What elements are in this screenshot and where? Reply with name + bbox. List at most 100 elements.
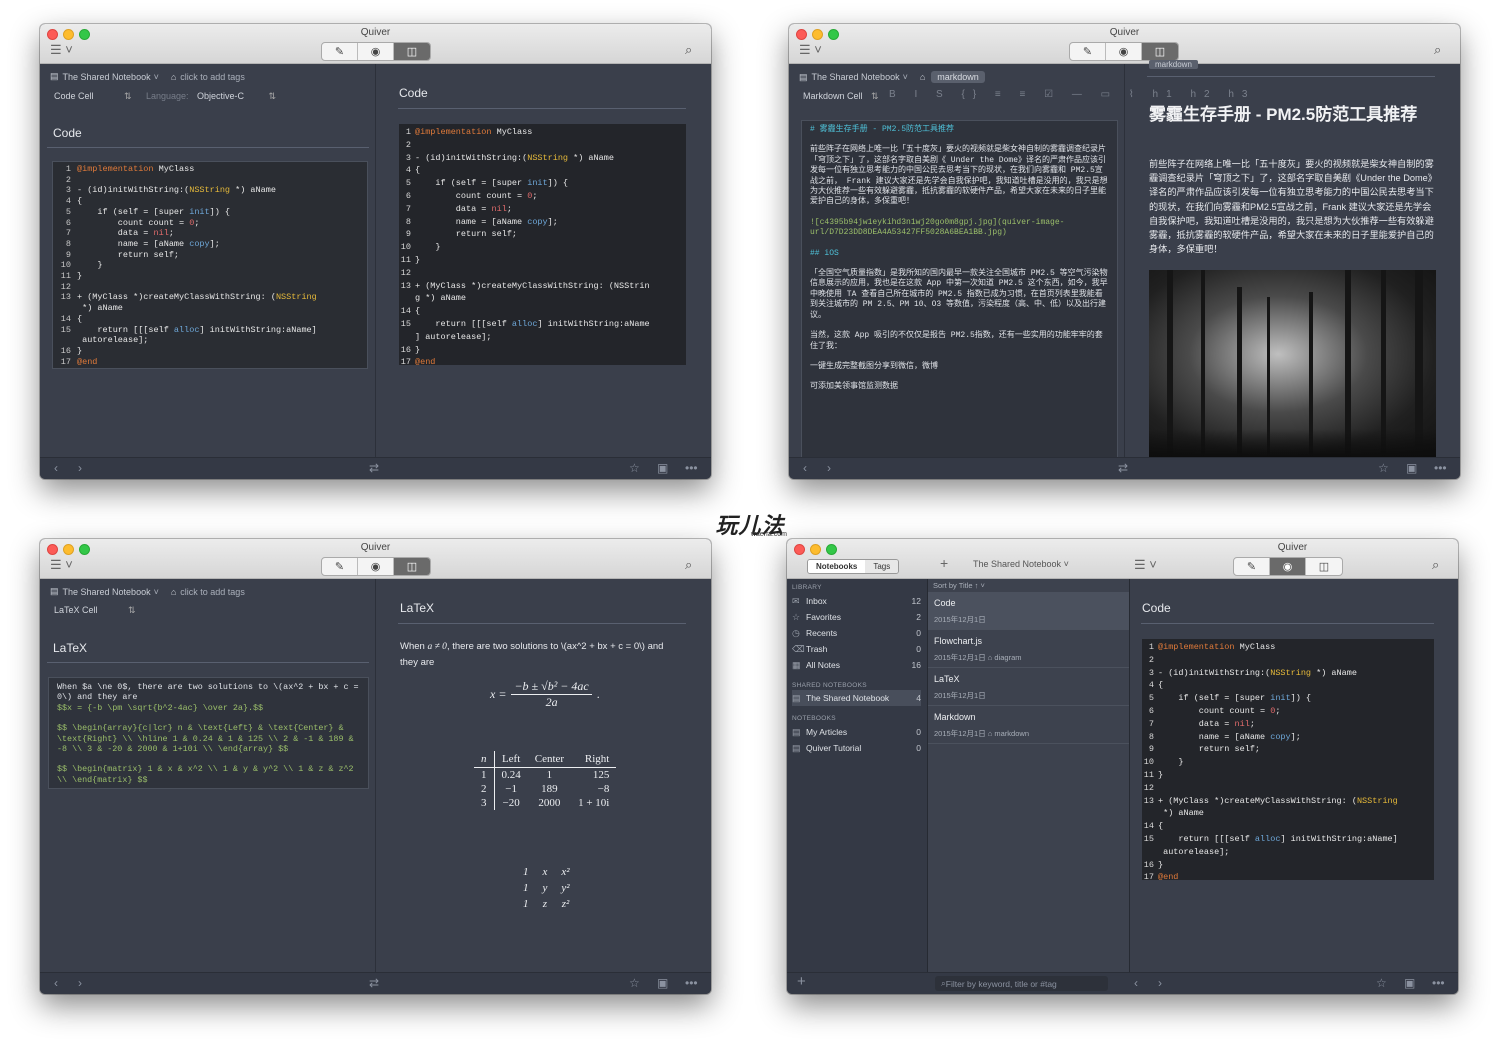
tab-notebooks[interactable]: Notebooks [808,560,866,573]
notebook-selector[interactable]: The Shared Notebook [63,72,151,82]
latex-array-table: n Left Center Right 1 0.24 1 125 2 −1 189 −8 3 −20 200… [474,751,617,810]
filter-input[interactable]: ⌕ Filter by keyword, title or #tag [935,976,1108,991]
code-line: 4{ [1148,680,1164,691]
preview-mode-eye-icon[interactable]: ◉ [358,558,394,575]
language-selector[interactable]: Objective-C ⇅ [197,91,276,102]
edit-mode-pencil-icon[interactable]: ✎ [322,558,358,575]
tab-tags[interactable]: Tags [865,560,899,573]
more-icon[interactable]: ••• [1432,976,1445,990]
forward-arrow-icon[interactable]: › [78,976,82,990]
pane-divider[interactable] [1124,64,1125,457]
pane-divider[interactable] [375,579,376,972]
cell-type-selector[interactable]: Code Cell ⇅ [54,91,132,102]
more-icon[interactable]: ••• [685,461,698,475]
add-tags-field[interactable]: click to add tags [180,72,245,82]
preview-mode-eye-icon[interactable]: ◉ [1270,558,1306,575]
sidebar-item-all-notes[interactable]: ▦ All Notes 16 [792,657,921,673]
presentation-icon[interactable]: ▣ [657,461,668,475]
sidebar-item-favorites[interactable]: ☆ Favorites 2 [792,609,921,625]
forward-arrow-icon[interactable]: › [78,461,82,475]
star-icon[interactable]: ☆ [629,461,640,475]
split-mode-icon[interactable]: ◫ [1306,558,1342,575]
presentation-icon[interactable]: ▣ [1406,461,1417,475]
tag-pill[interactable]: markdown [931,71,985,83]
pane-divider[interactable] [375,64,376,457]
sidebar-item-shared-notebook[interactable]: ▤ The Shared Notebook 4 [792,690,921,706]
presentation-icon[interactable]: ▣ [657,976,668,990]
back-arrow-icon[interactable]: ‹ [54,461,58,475]
search-icon[interactable]: ⌕ [685,557,692,573]
markdown-format-toolbar[interactable]: B I S {} ≡ ≡ ☑ — ▭ ⌇ h1 h2 h3 [889,89,1255,100]
swap-icon[interactable]: ⇄ [369,976,379,990]
sort-selector[interactable]: Sort by Title ↑ ˅ [933,581,985,590]
add-tags-field[interactable]: click to add tags [180,587,245,597]
add-note-icon[interactable]: + [940,555,948,571]
watermark-logo: 玩儿法 waerfa.com [715,513,787,538]
note-list-item[interactable]: LaTeX 2015年12月1日 [928,668,1129,706]
code-line: 7 data = nil; [65,228,174,239]
code-line: 2 [405,139,411,150]
notebook-selector[interactable]: The Shared Notebook [812,72,900,82]
preview-cell-title: Code [1142,601,1171,615]
sidebar-item-quiver-tutorial[interactable]: ▤ Quiver Tutorial 0 [792,740,921,756]
code-line: 11} [1143,769,1164,780]
note-list-item[interactable]: Flowchart.js 2015年12月1日 ⌂ diagram [928,630,1129,668]
cell-type-selector[interactable]: LaTeX Cell ⇅ [54,605,136,616]
search-icon[interactable]: ⌕ [685,42,692,58]
edit-mode-pencil-icon[interactable]: ✎ [1070,43,1106,60]
menu-icon[interactable]: ☰ ˅ [50,557,73,573]
edit-mode-pencil-icon[interactable]: ✎ [322,43,358,60]
more-icon[interactable]: ••• [685,976,698,990]
window-latex: Quiver ☰ ˅ ✎ ◉ ◫ ⌕ ▤ The Shared Notebook… [40,539,711,994]
note-list-item[interactable]: Markdown 2015年12月1日 ⌂ markdown [928,706,1129,744]
md-paragraph: 「全国空气质量指数」是我所知的国内最早一款关注全国城市 PM2.5 等空气污染物… [810,269,1108,320]
forward-arrow-icon[interactable]: › [1158,976,1162,990]
code-line: 13 + (MyClass *)createMyClassWithString: … [400,280,650,291]
star-icon[interactable]: ☆ [1378,461,1389,475]
presentation-icon[interactable]: ▣ [1404,976,1415,990]
divider [398,623,686,624]
back-arrow-icon[interactable]: ‹ [1134,976,1138,990]
star-icon[interactable]: ☆ [1376,976,1387,990]
markdown-editor[interactable]: # 雾霾生存手册 - PM2.5防范工具推荐 前些阵子在网络上唯一比「五十度灰」… [801,120,1118,460]
star-icon[interactable]: ☆ [629,976,640,990]
note-title: Code [934,598,956,608]
notebook-selector[interactable]: The Shared Notebook [63,587,151,597]
search-icon[interactable]: ⌕ [1434,42,1441,58]
swap-icon[interactable]: ⇄ [369,461,379,475]
sidebar-item-recents[interactable]: ◷ Recents 0 [792,625,921,641]
cell-type-selector[interactable]: Markdown Cell ⇅ [803,91,879,102]
menu-icon[interactable]: ☰ ˅ [50,42,73,58]
table-cell: 3 [474,796,495,810]
add-notebook-icon[interactable]: + [797,973,806,990]
split-mode-icon[interactable]: ◫ [1142,43,1178,60]
forward-arrow-icon[interactable]: › [827,461,831,475]
code-line: 6 count count = 0; [405,190,538,201]
split-mode-icon[interactable]: ◫ [394,43,430,60]
code-editor[interactable]: 1 @implementation MyClass 2 3- (id)initWith… [52,161,368,369]
note-list-item[interactable]: Code 2015年12月1日 [928,592,1129,630]
list-notebook-title[interactable]: The Shared Notebook ˅ [973,559,1069,569]
back-arrow-icon[interactable]: ‹ [54,976,58,990]
code-line: 17 @end [1143,872,1179,880]
code-line: 4{ [405,165,421,176]
latex-editor[interactable]: When $a \ne 0$, there are two solutions … [48,677,369,789]
table-cell: 1 [474,767,495,782]
sidebar-item-inbox[interactable]: ✉ Inbox 12 [792,593,921,609]
code-line: 12 [1143,782,1154,793]
split-mode-icon[interactable]: ◫ [394,558,430,575]
sidebar-item-trash[interactable]: ⌫ Trash 0 [792,641,921,657]
more-icon[interactable]: ••• [1434,461,1447,475]
search-icon[interactable]: ⌕ [1432,557,1439,573]
back-arrow-icon[interactable]: ‹ [803,461,807,475]
title-bar: Quiver Notebooks Tags + The Shared Noteb… [787,539,1458,579]
swap-icon[interactable]: ⇄ [1118,461,1128,475]
code-line: 9 return self; [1148,744,1261,755]
edit-mode-pencil-icon[interactable]: ✎ [1234,558,1270,575]
sidebar-item-my-articles[interactable]: ▤ My Articles 0 [792,724,921,740]
preview-mode-eye-icon[interactable]: ◉ [1106,43,1142,60]
matrix-row: 1 y y² [516,880,577,896]
menu-icon[interactable]: ☰ ˅ [799,42,822,58]
menu-icon[interactable]: ☰ ˅ [1134,557,1157,573]
preview-mode-eye-icon[interactable]: ◉ [358,43,394,60]
